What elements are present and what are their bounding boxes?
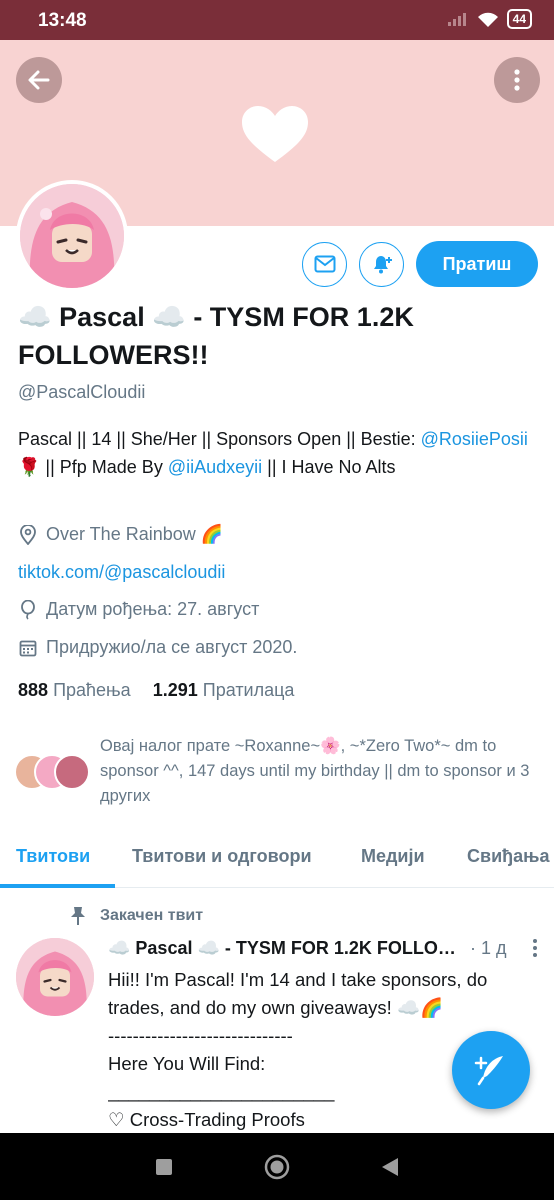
battery-icon: 44 xyxy=(506,9,532,29)
more-vertical-icon xyxy=(514,69,520,91)
pin-icon xyxy=(71,907,85,925)
location-row: Over The Rainbow 🌈 xyxy=(18,524,223,545)
balloon-icon xyxy=(18,599,38,620)
tweet-timestamp: · 1 д xyxy=(470,938,507,958)
status-time: 13:48 xyxy=(38,10,87,31)
active-tab-indicator xyxy=(0,884,115,888)
home-icon[interactable] xyxy=(264,1154,290,1180)
birthday-row: Датум рођења: 27. август xyxy=(18,599,259,620)
joined-row: Придружио/ла се август 2020. xyxy=(18,637,297,658)
profile-bio: Pascal || 14 || She/Her || Sponsors Open… xyxy=(18,425,538,481)
bio-text: || I Have No Alts xyxy=(262,457,396,477)
profile-handle: @PascalCloudii xyxy=(18,382,146,402)
following-number: 888 xyxy=(18,680,49,700)
arrow-left-icon xyxy=(28,70,50,90)
tweet-line: trades, and do my own giveaways! ☁️🌈 xyxy=(108,997,444,1018)
follow-counts: 888 Праћења 1.291 Пратилаца xyxy=(18,680,294,701)
mail-icon xyxy=(314,255,335,273)
profile-tabs: Твитови Твитови и одговори Медији Свиђањ… xyxy=(0,836,554,888)
tweet-more-button[interactable] xyxy=(532,938,538,963)
profile-name: ☁️ Pascal ☁️ - TYSM FOR 1.2K FOLLOWERS!! xyxy=(18,302,414,370)
wifi-icon xyxy=(477,12,498,27)
tweet-line: Hii!! I'm Pascal! I'm 14 and I take spon… xyxy=(108,969,488,990)
tab-media[interactable]: Медији xyxy=(361,846,425,867)
followed-by[interactable]: Овај налог прате ~Roxanne~🌸, ~*Zero Two*… xyxy=(14,734,540,809)
bio-mention-link[interactable]: @iiAudxeyii xyxy=(168,457,262,477)
back-triangle-icon[interactable] xyxy=(381,1157,399,1177)
tab-likes[interactable]: Свиђања xyxy=(467,846,549,867)
profile-avatar[interactable] xyxy=(16,180,128,292)
location-text: Over The Rainbow 🌈 xyxy=(46,524,224,544)
bio-mention-link[interactable]: @RosiiePosii xyxy=(421,429,528,449)
signal-icon xyxy=(447,13,466,26)
joined-text: Придружио/ла се август 2020. xyxy=(46,637,298,657)
website-link[interactable]: tiktok.com/@pascalcloudii xyxy=(18,562,225,583)
pinned-label: Закачен твит xyxy=(100,907,204,924)
system-nav-bar xyxy=(0,1133,554,1200)
bio-text: 🌹 || Pfp Made By xyxy=(18,457,168,477)
recents-icon[interactable] xyxy=(155,1158,173,1176)
more-options-button[interactable] xyxy=(494,57,540,103)
tweet-header: ☁️ Pascal ☁️ - TYSM FOR 1.2K FOLLOWERS!!… xyxy=(108,938,540,959)
feather-plus-icon xyxy=(474,1056,503,1086)
pinned-label-row: Закачен твит xyxy=(70,906,203,926)
followed-by-text: Овај налог прате ~Roxanne~🌸, ~*Zero Two*… xyxy=(100,737,530,805)
following-button[interactable]: Пратиш xyxy=(416,241,538,287)
message-button[interactable] xyxy=(302,241,347,287)
followers-count[interactable]: 1.291 Пратилаца xyxy=(153,680,295,701)
status-bar: 13:48 44 xyxy=(0,0,554,40)
tab-tweets-and-replies[interactable]: Твитови и одговори xyxy=(132,846,312,867)
tab-tweets[interactable]: Твитови xyxy=(16,846,90,867)
bio-text: Pascal || 14 || She/Her || Sponsors Open… xyxy=(18,429,421,449)
follower-avatars xyxy=(14,754,90,794)
status-icons: 44 xyxy=(447,9,532,29)
back-button[interactable] xyxy=(16,57,62,103)
avatar xyxy=(54,754,90,790)
profile-actions: Пратиш xyxy=(302,241,538,287)
notifications-button[interactable] xyxy=(359,241,404,287)
heart-icon xyxy=(240,104,310,171)
tweet-author-name[interactable]: ☁️ Pascal ☁️ - TYSM FOR 1.2K FOLLOWERS!! xyxy=(108,938,464,959)
followers-number: 1.291 xyxy=(152,680,198,700)
location-pin-icon xyxy=(18,524,38,545)
following-label: Праћења xyxy=(53,680,131,700)
calendar-icon xyxy=(18,638,38,658)
birthday-text: Датум рођења: 27. август xyxy=(46,599,260,619)
following-count[interactable]: 888 Праћења xyxy=(18,680,131,701)
tweet-author-avatar[interactable] xyxy=(16,938,94,1016)
tweet-line: ♡ Cross-Trading Proofs xyxy=(108,1109,305,1130)
website-row: tiktok.com/@pascalcloudii xyxy=(18,562,225,583)
compose-tweet-button[interactable] xyxy=(452,1031,530,1109)
more-vertical-icon xyxy=(533,939,537,957)
followers-label: Пратилаца xyxy=(202,680,295,700)
bell-plus-icon xyxy=(373,256,392,274)
